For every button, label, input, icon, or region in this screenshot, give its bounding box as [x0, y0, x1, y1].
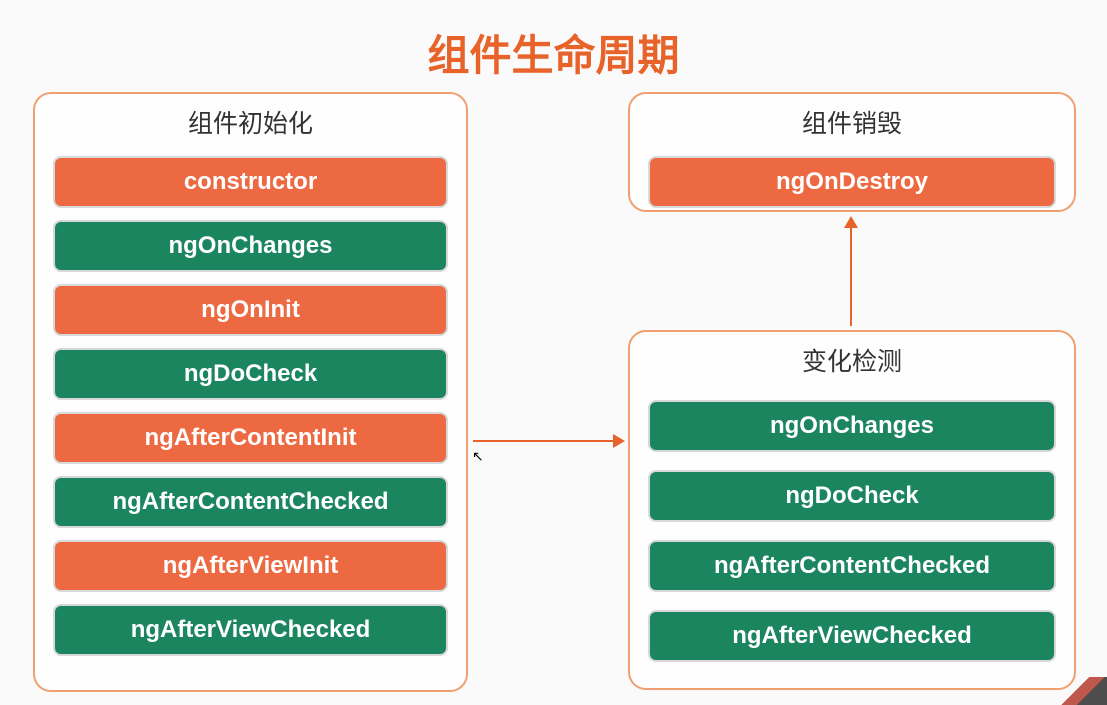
lifecycle-item: ngOnDestroy	[648, 156, 1056, 208]
lifecycle-item: ngDoCheck	[648, 470, 1056, 522]
lifecycle-item: ngOnChanges	[648, 400, 1056, 452]
arrow-init-to-change	[473, 440, 623, 442]
lifecycle-item: ngOnInit	[53, 284, 448, 336]
lifecycle-item: ngDoCheck	[53, 348, 448, 400]
lifecycle-item: ngAfterViewInit	[53, 540, 448, 592]
lifecycle-item: ngAfterContentChecked	[648, 540, 1056, 592]
lifecycle-item: ngOnChanges	[53, 220, 448, 272]
corner-decoration-icon	[1059, 677, 1107, 705]
cursor-icon: ↖	[472, 448, 484, 465]
destroy-box: 组件销毁 ngOnDestroy	[628, 92, 1076, 212]
lifecycle-item: ngAfterContentInit	[53, 412, 448, 464]
lifecycle-item: ngAfterViewChecked	[53, 604, 448, 656]
page-title: 组件生命周期	[0, 0, 1107, 93]
destroy-box-title: 组件销毁	[630, 94, 1074, 144]
lifecycle-item: ngAfterViewChecked	[648, 610, 1056, 662]
init-box-title: 组件初始化	[35, 94, 466, 144]
init-box: 组件初始化 constructor ngOnChanges ngOnInit n…	[33, 92, 468, 692]
arrow-change-to-destroy	[850, 218, 852, 326]
change-box-title: 变化检测	[630, 332, 1074, 382]
change-box: 变化检测 ngOnChanges ngDoCheck ngAfterConten…	[628, 330, 1076, 690]
lifecycle-item: constructor	[53, 156, 448, 208]
lifecycle-item: ngAfterContentChecked	[53, 476, 448, 528]
